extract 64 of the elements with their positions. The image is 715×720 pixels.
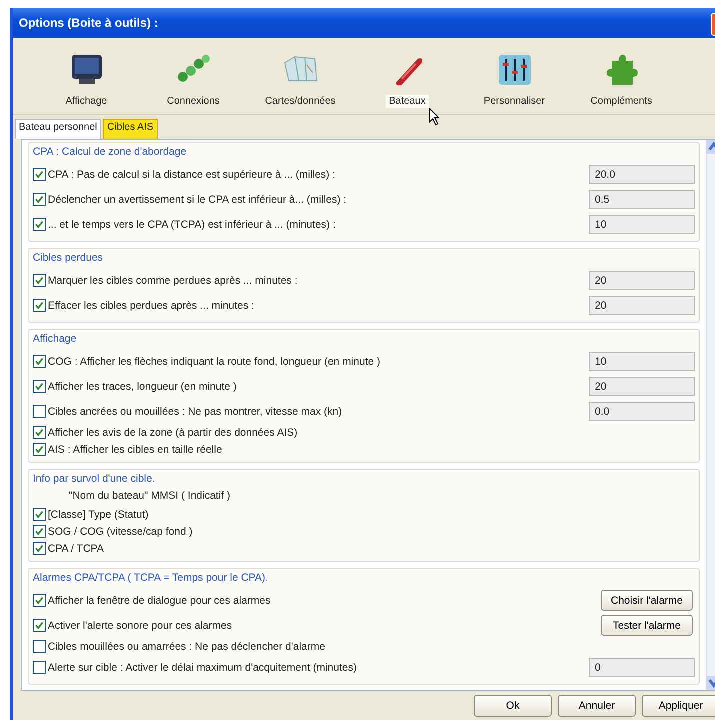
group-title: Cibles perdues <box>33 251 104 266</box>
checkbox-label: [Classe] Type (Statut) <box>48 508 150 520</box>
checkbox-label: ... et le temps vers le CPA (TCPA) est inférieur à ... (minutes) : <box>48 218 337 230</box>
checkbox[interactable] <box>33 508 46 521</box>
checkbox[interactable] <box>33 640 46 653</box>
input-field[interactable]: 20.0 <box>589 165 695 184</box>
checkbox[interactable] <box>33 380 46 393</box>
checkbox[interactable] <box>33 594 46 607</box>
input-field[interactable]: 10 <box>589 352 695 371</box>
input-field[interactable]: 20 <box>589 271 695 290</box>
checkbox[interactable] <box>33 405 46 418</box>
checkbox[interactable] <box>33 168 46 181</box>
info-text: "Nom du bateau" MMSI ( Indicatif ) <box>68 490 232 504</box>
checkbox[interactable] <box>33 426 46 439</box>
checkbox-label: Activer l'alerte sonore pour ces alarmes <box>48 620 234 632</box>
toolbar-button[interactable]: Cartes/données <box>247 51 354 114</box>
toolbar-button[interactable]: Connexions <box>140 51 247 114</box>
checkbox[interactable] <box>33 274 46 287</box>
checkbox[interactable] <box>33 542 46 555</box>
toolbar-button[interactable]: Personnaliser <box>461 51 568 114</box>
toolbar-button[interactable]: Affichage <box>33 51 140 114</box>
checkbox[interactable] <box>33 355 46 368</box>
checkbox-label: AIS : Afficher les cibles en taille réelle <box>48 444 224 456</box>
group-title: Alarmes CPA/TCPA ( TCPA = Temps pour le CPA). <box>33 571 270 586</box>
checkbox-label: SOG / COG (vitesse/cap fond ) <box>48 526 194 538</box>
checkbox-label: CPA / TCPA <box>48 542 106 554</box>
alarm-button[interactable]: Choisir l'alarme <box>601 590 693 611</box>
checkbox[interactable] <box>33 619 46 632</box>
toolbar-button[interactable]: Bateaux <box>354 51 461 114</box>
toolbar-button[interactable]: Compléments <box>568 51 675 114</box>
dialog-button[interactable]: Ok <box>474 695 552 717</box>
checkbox[interactable] <box>33 661 46 674</box>
group-title: Affichage <box>33 332 78 347</box>
checkbox[interactable] <box>33 443 46 456</box>
cursor-icon <box>429 108 441 126</box>
input-field[interactable]: 0 <box>589 658 695 677</box>
checkbox-label: Afficher les avis de la zone (à partir des données AIS) <box>48 426 299 438</box>
group-title: Info par survol d'une cible. <box>33 472 156 487</box>
window-title: Options (Boite à outils) : <box>19 16 158 30</box>
input-field[interactable]: 20 <box>589 296 695 315</box>
checkbox[interactable] <box>33 299 46 312</box>
input-field[interactable]: 0.5 <box>589 190 695 209</box>
checkbox[interactable] <box>33 525 46 538</box>
checkbox[interactable] <box>33 218 46 231</box>
input-field[interactable]: 10 <box>589 215 695 234</box>
checkbox-label: Déclencher un avertissement si le CPA est inférieur à... (milles) : <box>48 194 348 206</box>
checkbox-label: Cibles ancrées ou mouillées : Ne pas montrer, vitesse max (kn) <box>48 406 344 418</box>
checkbox-label: Afficher la fenêtre de dialogue pour ces alarmes <box>48 594 272 606</box>
checkbox-label: Afficher les traces, longueur (en minute ) <box>48 380 238 392</box>
dialog-button[interactable]: Annuler <box>558 695 636 717</box>
checkbox-label: COG : Afficher les flèches indiquant la route fond, longueur (en minute ) <box>48 356 382 368</box>
checkbox-label: Effacer les cibles perdues après ... minutes : <box>48 300 256 312</box>
tab[interactable]: Bateau personnel <box>15 119 102 139</box>
alarm-button[interactable]: Tester l'alarme <box>601 615 693 636</box>
checkbox-label: Cibles mouillées ou amarrées : Ne pas déclencher d'alarme <box>48 640 326 652</box>
checkbox-label: Marquer les cibles comme perdues après ... minutes : <box>48 274 299 286</box>
checkbox-label: Alerte sur cible : Activer le délai maximum d'acquitement (minutes) <box>48 662 358 674</box>
checkbox[interactable] <box>33 193 46 206</box>
dialog-button[interactable]: Appliquer <box>642 695 715 717</box>
group-title: CPA : Calcul de zone d'abordage <box>33 145 188 160</box>
checkbox-label: CPA : Pas de calcul si la distance est supérieure à ... (milles) : <box>48 168 337 180</box>
tab[interactable]: Cibles AIS <box>103 119 158 139</box>
input-field[interactable]: 20 <box>589 377 695 396</box>
input-field[interactable]: 0.0 <box>589 402 695 421</box>
